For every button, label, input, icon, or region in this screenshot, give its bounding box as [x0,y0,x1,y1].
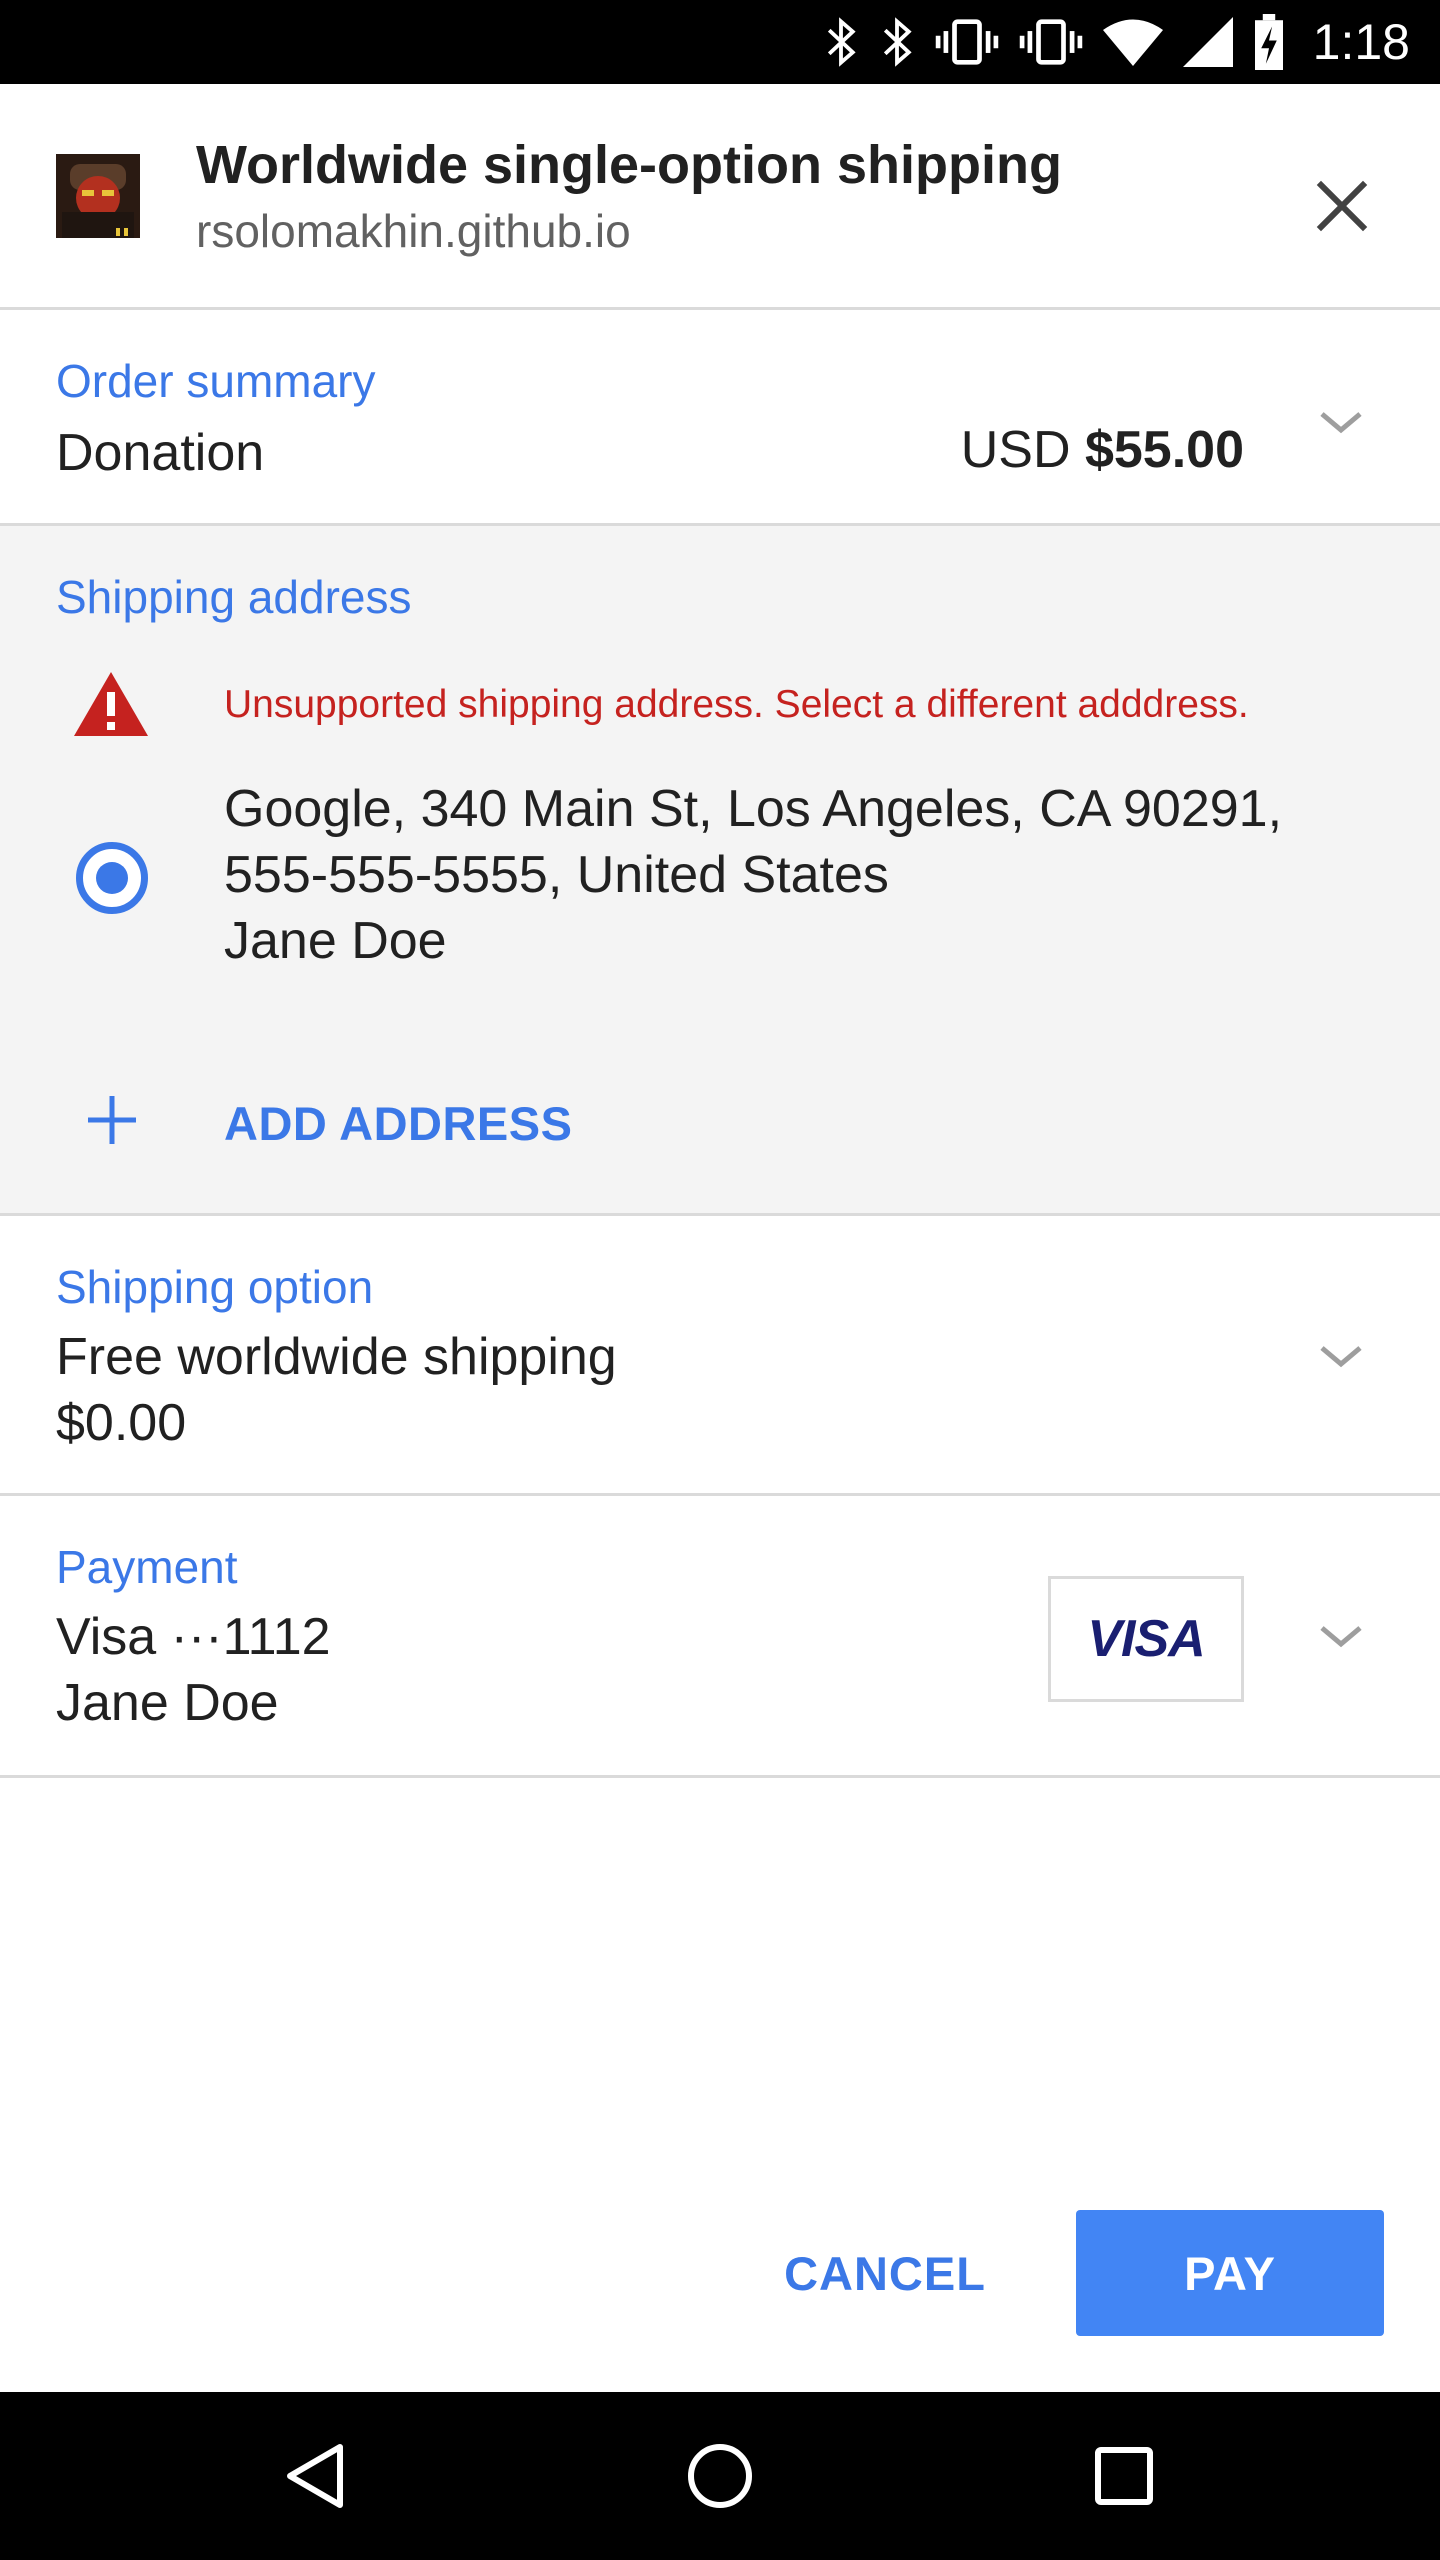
card-brand: VISA [1087,1610,1205,1668]
wifi-icon [1102,19,1163,66]
order-summary-section[interactable]: Order summary Donation USD $55.00 [0,310,1440,526]
bluetooth-icon [883,17,912,67]
order-total: USD $55.00 [961,420,1244,480]
chevron-down-icon[interactable] [1310,1336,1372,1376]
shipping-option-label: Shipping option [56,1261,374,1313]
radio-dot [96,862,128,894]
address-line: 555-555-5555, United States [224,846,889,904]
order-total-value: $55.00 [1084,421,1244,479]
warning-icon [74,672,148,736]
selected-address[interactable]: Google, 340 Main St, Los Angeles, CA 902… [224,776,1282,974]
payment-section[interactable]: Payment Visa ···1112 Jane Doe VISA [0,1496,1440,1778]
shipping-option-section[interactable]: Shipping option Free worldwide shipping … [0,1216,1440,1496]
back-icon [287,2444,343,2508]
vibrate-icon [935,19,998,65]
order-item: Donation [56,424,265,482]
cell-signal-icon [1182,17,1233,67]
address-radio-selected[interactable] [76,842,148,914]
shipping-option-name: Free worldwide shipping [56,1328,617,1386]
home-icon [688,2444,752,2508]
page-title: Worldwide single-option shipping [196,135,1062,195]
recents-button[interactable] [1084,2436,1164,2516]
system-nav-bar [0,2392,1440,2560]
visa-card-icon: VISA [1048,1576,1244,1702]
payment-sheet-header: Worldwide single-option shipping rsoloma… [0,84,1440,310]
cancel-button[interactable]: CANCEL [760,2210,1010,2336]
shipping-error-message: Unsupported shipping address. Select a d… [224,683,1249,726]
close-icon [1316,180,1368,232]
shipping-address-label: Shipping address [56,571,412,623]
shipping-option-price: $0.00 [56,1394,187,1452]
close-button[interactable] [1300,164,1384,248]
add-address-label: ADD ADDRESS [224,1097,573,1150]
vibrate-icon [1019,19,1082,65]
payment-card: Visa ···1112 [56,1608,331,1666]
payment-holder: Jane Doe [56,1674,279,1732]
shipping-address-section: Shipping address Unsupported shipping ad… [0,526,1440,1216]
site-origin: rsolomakhin.github.io [196,205,631,257]
add-address-button[interactable]: ADD ADDRESS [0,1046,1440,1196]
status-bar: 1:18 [0,0,1440,84]
chevron-down-icon[interactable] [1310,1616,1372,1656]
pay-button[interactable]: PAY [1076,2210,1384,2336]
status-time: 1:18 [1312,14,1410,70]
bluetooth-icon [827,17,856,67]
order-summary-label: Order summary [56,355,376,407]
home-button[interactable] [680,2436,760,2516]
chevron-down-icon[interactable] [1310,402,1372,442]
recents-icon [1095,2447,1153,2505]
order-currency: USD [960,421,1071,479]
status-icons: 1:18 [823,0,1410,84]
address-line: Google, 340 Main St, Los Angeles, CA 902… [224,780,1283,838]
plus-icon [88,1096,136,1144]
battery-charging-icon [1254,14,1283,70]
site-favicon [56,154,140,238]
payment-label: Payment [56,1541,238,1593]
address-line: Jane Doe [224,912,447,970]
back-button[interactable] [276,2436,356,2516]
